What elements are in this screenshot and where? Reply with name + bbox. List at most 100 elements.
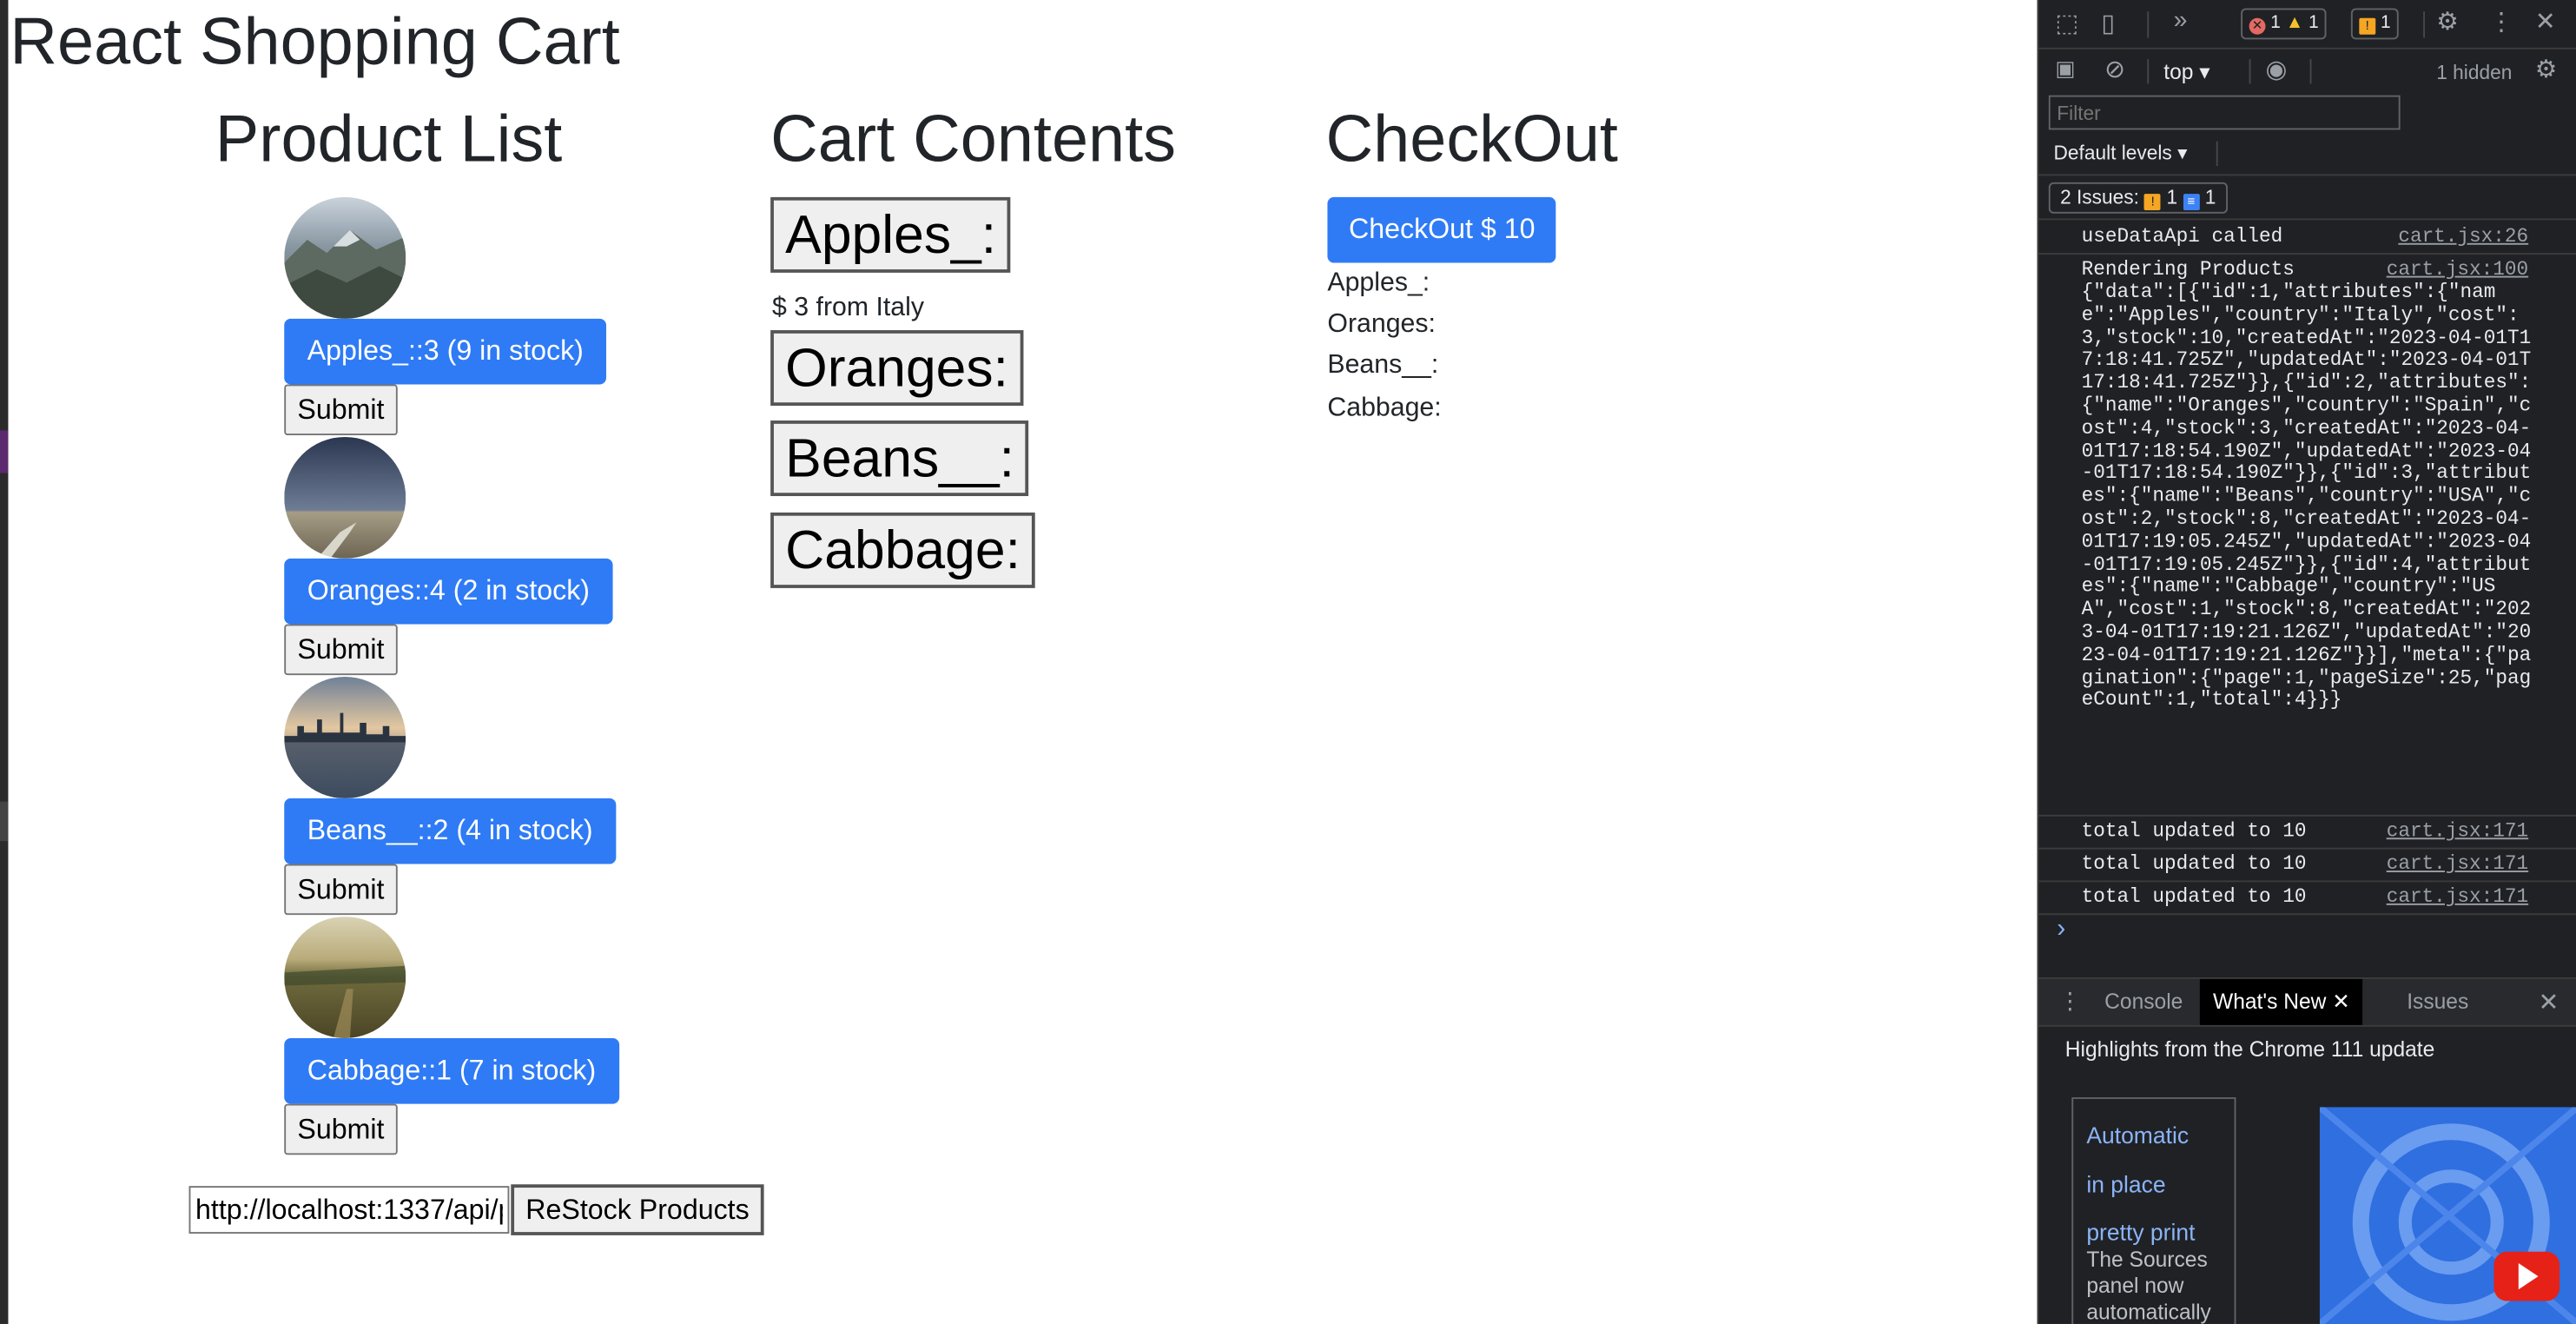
app-page: React Shopping Cart Product List Apples_… [0,0,2038,1324]
log-line: useDataApi called cart.jsx:26 [2038,222,2576,255]
card-text-line: The Sources [2086,1247,2208,1272]
devtools-panel: ⬚ ▯ » ✕ 1 ▲ 1 ! 1 ⚙ ⋮ ✕ ▣ ⊘ top ▾ ◉ 1 hi… [2037,0,2576,1324]
issues-info-count: 1 [2204,185,2216,209]
drawer-tabbar: ⋮ Console What's New ✕ Issues ✕ [2038,977,2576,1027]
cart-item-cabbage[interactable]: Cabbage: [770,512,1035,588]
warning-icon: ▲ [2285,13,2304,33]
submit-button-oranges[interactable]: Submit [284,624,398,676]
checkout-button[interactable]: CheckOut $ 10 [1327,196,1557,263]
checkout-title: CheckOut [1325,103,1618,176]
card-link-line[interactable]: in place [2086,1161,2195,1209]
grass-field-photo-icon [284,917,406,1038]
device-toolbar-icon[interactable]: ▯ [2101,8,2115,37]
submit-button-cabbage[interactable]: Submit [284,1103,398,1155]
restock-url-input[interactable] [188,1186,510,1234]
issues-warning-count: 1 [2166,185,2178,209]
mountain-photo-icon [284,196,406,319]
tab-issues[interactable]: Issues [2407,979,2468,1025]
inspect-element-icon[interactable]: ⬚ [2055,8,2078,37]
tab-whats-new-label: What's New [2212,989,2327,1014]
sidebar-toggle-icon[interactable]: ▣ [2055,56,2075,82]
close-drawer-icon[interactable]: ✕ [2539,987,2559,1016]
cart-contents-title: Cart Contents [770,103,1176,176]
error-icon: ✕ [2249,17,2266,35]
console-prompt-icon[interactable]: › [2057,915,2065,944]
checkout-line-oranges: Oranges: [1327,310,1436,339]
log-source-link[interactable]: cart.jsx:171 [2387,885,2528,908]
close-devtools-icon[interactable]: ✕ [2535,7,2556,36]
submit-button-apples[interactable]: Submit [284,384,398,436]
log-source-link[interactable]: cart.jsx:100 [2387,258,2528,281]
cart-item-detail: $ 3 from Italy [772,294,924,322]
whats-new-card[interactable]: Automatic in place pretty print The Sour… [2071,1097,2236,1324]
more-options-icon[interactable]: ⋮ [2489,7,2513,36]
issue-info-icon: ≡ [2183,194,2200,211]
settings-gear-icon[interactable]: ⚙ [2436,7,2458,36]
log-message: useDataApi called [2081,225,2283,248]
checkout-line-apples: Apples_: [1327,269,1430,298]
cart-item-oranges[interactable]: Oranges: [770,330,1023,407]
console-settings-gear-icon[interactable]: ⚙ [2535,54,2557,83]
card-text-line: panel now [2086,1273,2184,1298]
card-link-line[interactable]: Automatic [2086,1112,2195,1161]
issue-count: 1 [2381,13,2391,33]
log-line: total updated to 10 cart.jsx:171 [2038,817,2576,850]
tab-whats-new[interactable]: What's New ✕ [2199,978,2364,1025]
log-line: total updated to 10 cart.jsx:171 [2038,850,2576,883]
chrome-devtools-graphic-icon [2319,1107,2576,1324]
product-button-beans[interactable]: Beans__::2 (4 in stock) [284,798,617,864]
log-message: Rendering Products [2081,257,2295,281]
console-toolbar: ▣ ⊘ top ▾ ◉ 1 hidden ⚙ [2038,50,2576,92]
console-filter-input[interactable] [2048,95,2401,130]
tab-console[interactable]: Console [2104,979,2183,1025]
clear-console-icon[interactable]: ⊘ [2104,54,2125,83]
context-selector[interactable]: top ▾ [2163,59,2209,85]
product-button-cabbage[interactable]: Cabbage::1 (7 in stock) [284,1037,619,1104]
product-image-oranges [284,436,406,559]
log-message: total updated to 10 [2081,885,2307,909]
card-text-line: automatically [2086,1299,2211,1324]
left-edge-strip [0,0,9,1324]
log-source-link[interactable]: cart.jsx:171 [2387,820,2528,843]
issues-bar: 2 Issues: ! 1 ≡ 1 [2038,174,2576,221]
issues-label: 2 Issues: [2060,185,2139,209]
log-source-link[interactable]: cart.jsx:26 [2398,225,2528,248]
levels-row: Default levels ▾ [2038,138,2576,175]
devtools-toolbar: ⬚ ▯ » ✕ 1 ▲ 1 ! 1 ⚙ ⋮ ✕ [2038,0,2576,50]
error-count: 1 [2270,13,2281,33]
log-message: total updated to 10 [2081,852,2307,876]
hidden-count: 1 hidden [2436,60,2513,84]
default-levels-dropdown[interactable]: Default levels ▾ [2054,142,2188,164]
log-json-output: {"data":[{"id":1,"attributes":{"name":"A… [2081,281,2532,712]
submit-button-beans[interactable]: Submit [284,864,398,916]
checkout-line-cabbage: Cabbage: [1327,394,1442,422]
whats-new-heading: Highlights from the Chrome 111 update [2064,1036,2435,1062]
app-title: React Shopping Cart [10,6,620,79]
levels-label: Default levels [2053,141,2172,165]
log-source-link[interactable]: cart.jsx:171 [2387,852,2528,875]
whats-new-video-thumbnail[interactable] [2319,1107,2576,1324]
error-warning-badge[interactable]: ✕ 1 ▲ 1 [2241,8,2328,40]
issues-button[interactable]: 2 Issues: ! 1 ≡ 1 [2048,182,2228,214]
context-label: top [2163,59,2194,84]
product-image-cabbage [284,917,406,1038]
warning-count: 1 [2308,13,2319,33]
close-tab-icon[interactable]: ✕ [2332,989,2350,1013]
log-message: total updated to 10 [2081,819,2307,843]
product-button-oranges[interactable]: Oranges::4 (2 in stock) [284,558,613,625]
product-list-title: Product List [215,103,563,176]
more-tabs-icon[interactable]: » [2174,7,2188,35]
checkout-line-beans: Beans__: [1327,351,1439,380]
product-image-beans [284,677,406,798]
cart-item-apples[interactable]: Apples_: [770,196,1012,273]
product-button-apples[interactable]: Apples_::3 (9 in stock) [284,318,607,385]
restock-button[interactable]: ReStock Products [511,1184,764,1235]
issue-warning-icon: ! [2144,194,2162,211]
product-image-apples [284,196,406,319]
log-line: total updated to 10 cart.jsx:171 [2038,882,2576,916]
drawer-menu-icon[interactable]: ⋮ [2058,987,2081,1015]
live-expression-eye-icon[interactable]: ◉ [2266,54,2288,83]
issues-badge[interactable]: ! 1 [2350,8,2400,40]
cart-item-beans[interactable]: Beans__: [770,420,1029,497]
issue-icon: ! [2359,17,2376,35]
